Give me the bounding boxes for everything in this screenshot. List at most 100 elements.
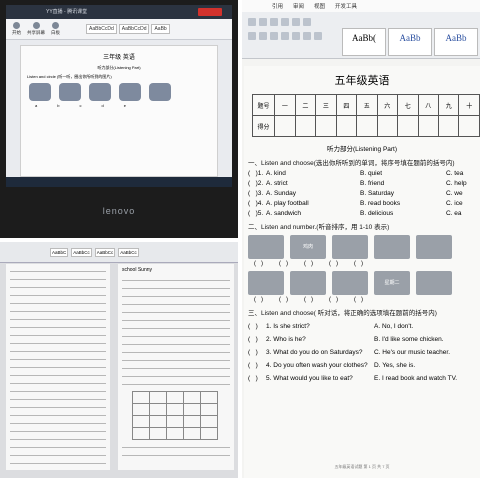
score-cell[interactable] — [294, 115, 317, 137]
laptop-screen: YY直播 - 腾讯课堂 开始 共享屏幕 白板 AaBbCcDd AaBbCcDd… — [6, 5, 232, 177]
text-line — [122, 352, 230, 353]
style-heading-1[interactable]: AaBbCc — [94, 247, 116, 257]
style-gallery: AaBb( AaBb AaBb — [342, 28, 478, 56]
text-line — [122, 360, 230, 361]
picture-item: 鸡肉 — [290, 235, 326, 259]
align-left-icon[interactable] — [248, 32, 256, 40]
whiteboard-icon — [52, 22, 59, 29]
list-item: ( ) 2. Who is he? B. I'd like some chicken… — [248, 336, 444, 343]
text-line — [10, 287, 106, 288]
score-cell[interactable] — [274, 115, 296, 137]
line-spacing-icon[interactable] — [292, 32, 300, 40]
score-cell[interactable] — [417, 115, 440, 137]
word-photo-panel: 引用 审阅 视图 开发工具 AaBb( AaBb AaBb 五年级英语 题号 一… — [242, 0, 480, 478]
part-title: 听力部分(Listening Part) — [97, 65, 141, 70]
score-col: 三 — [315, 94, 337, 116]
style-normal[interactable]: AaBbCcDd — [86, 24, 117, 34]
menu-view[interactable]: 视图 — [314, 2, 325, 10]
score-cell[interactable] — [437, 115, 460, 137]
text-line — [122, 455, 230, 456]
style-gallery: AaBbCcDd AaBbCcDd AaBb — [86, 24, 170, 34]
menu-bar: 引用 审阅 视图 开发工具 — [242, 0, 480, 12]
paragraph-mark-icon[interactable] — [303, 18, 311, 26]
question-text: Listen and circle (听一听，圈出你所听到的图片) — [27, 74, 112, 79]
text-line — [10, 327, 106, 328]
text-line — [10, 375, 106, 376]
picture-row — [29, 83, 217, 101]
text-line — [122, 288, 230, 289]
page-footer: 五年级英语试题 第 1 页 共 7 页 — [334, 464, 390, 469]
passage-header: school Sunny — [122, 267, 153, 273]
picture-item — [248, 235, 284, 259]
text-line — [122, 280, 230, 281]
number-list-icon[interactable] — [259, 18, 267, 26]
score-cell[interactable] — [376, 115, 399, 137]
ribbon: AaBbC AaBbCc AaBbCc AaBbCc — [0, 242, 238, 263]
picture-item — [29, 83, 51, 101]
indent-icon[interactable] — [270, 18, 278, 26]
score-col: 七 — [397, 94, 419, 116]
list-item: ( )4. A. play football B. read books C. ice — [248, 200, 463, 207]
text-line — [10, 335, 106, 336]
shading-icon[interactable] — [303, 32, 311, 40]
text-line — [10, 319, 106, 320]
document-page: 五年级英语 题号 一 二 三 四 五 六 七 八 九 十 得分 听力部分(Lis… — [244, 66, 480, 478]
text-line — [10, 351, 106, 352]
menu-review[interactable]: 审阅 — [293, 2, 304, 10]
toolbar-whiteboard-button[interactable]: 白板 — [51, 22, 60, 36]
style-heading-2[interactable]: AaBbCc — [118, 247, 139, 257]
border-icon[interactable] — [314, 32, 322, 40]
text-line — [122, 368, 230, 369]
score-cell[interactable] — [458, 115, 480, 137]
text-line — [10, 391, 106, 392]
list-item: ( )1. A. kind B. quiet C. tea — [248, 170, 464, 177]
doc-title: 三年级 英语 — [103, 55, 135, 61]
style-no-spacing[interactable]: AaBbCcDd — [118, 24, 150, 34]
text-line — [122, 384, 230, 385]
record-button[interactable] — [198, 8, 222, 16]
text-line — [122, 447, 230, 448]
bullet-list-icon[interactable] — [248, 18, 256, 26]
picture-item — [89, 83, 111, 101]
text-line — [122, 376, 230, 377]
list-item: ( ) 3. What do you do on Saturdays? C. He'… — [248, 349, 451, 356]
score-cell[interactable] — [397, 115, 419, 137]
toolbar-start-button[interactable]: 开始 — [12, 22, 21, 36]
align-right-icon[interactable] — [270, 32, 278, 40]
text-line — [10, 279, 106, 280]
toolbar-share-screen-button[interactable]: 共享屏幕 — [27, 22, 45, 36]
style-heading-1[interactable]: AaBb — [388, 28, 432, 56]
score-cell[interactable] — [335, 115, 358, 137]
play-icon — [13, 22, 20, 29]
score-cell[interactable] — [315, 115, 337, 137]
score-col: 六 — [376, 94, 399, 116]
text-line — [122, 320, 230, 321]
menu-references[interactable]: 引用 — [272, 2, 283, 10]
text-line — [10, 415, 106, 416]
style-no-spacing[interactable]: AaBbCc — [71, 247, 92, 257]
score-col: 二 — [294, 94, 317, 116]
justify-icon[interactable] — [281, 32, 289, 40]
list-item: ( ) 1. Is she strict? A. No, I don't. — [248, 323, 414, 330]
text-line — [122, 296, 230, 297]
menu-developer[interactable]: 开发工具 — [335, 2, 357, 10]
picture-item — [149, 83, 171, 101]
app-titlebar: YY直播 - 腾讯课堂 — [6, 5, 232, 19]
taskbar — [6, 177, 232, 187]
score-table-label: 得分 — [251, 115, 276, 137]
score-cell[interactable] — [356, 115, 378, 137]
picture-item — [290, 271, 326, 295]
style-heading-2[interactable]: AaBb — [434, 28, 478, 56]
picture-row: 星期二 — [248, 271, 480, 295]
outdent-icon[interactable] — [281, 18, 289, 26]
list-item: ( )3. A. Sunday B. Saturday C. we — [248, 190, 463, 197]
style-normal[interactable]: AaBb( — [342, 28, 386, 56]
document-page-right: school Sunny — [118, 264, 234, 470]
style-heading[interactable]: AaBb — [151, 24, 170, 34]
align-center-icon[interactable] — [259, 32, 267, 40]
style-normal[interactable]: AaBbC — [50, 247, 69, 257]
picture-item — [416, 235, 452, 259]
part-title: 听力部分(Listening Part) — [326, 146, 398, 153]
sort-icon[interactable] — [292, 18, 300, 26]
picture-row: 鸡肉 — [248, 235, 480, 259]
